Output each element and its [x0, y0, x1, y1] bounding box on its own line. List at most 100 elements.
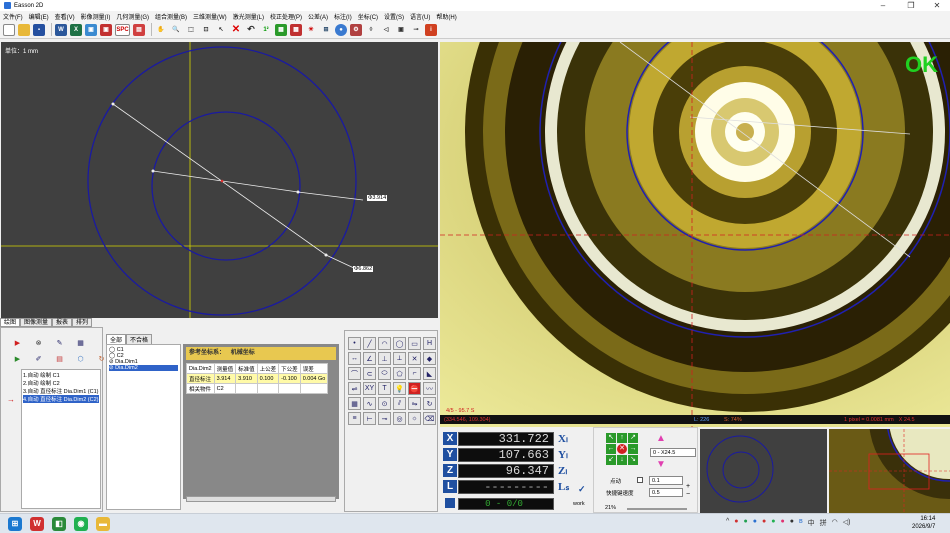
light-icon[interactable]: ◊ [365, 23, 377, 36]
menu-combo[interactable]: 组合测量(B) [155, 12, 187, 21]
circle-tool-icon[interactable]: ◯ [393, 337, 406, 350]
menu-geometry[interactable]: 几何测量(G) [116, 12, 149, 21]
modify-icon[interactable]: ✐ [32, 352, 45, 365]
light-slider[interactable] [627, 508, 687, 510]
fillet-tool-icon[interactable]: ⌐ [408, 367, 421, 380]
fit-tool-icon[interactable]: ⊙ [378, 397, 391, 410]
list-item[interactable]: 2.自动 绘制 C2 [23, 379, 99, 387]
record-icon[interactable]: ▶ [11, 352, 24, 365]
close-icon[interactable]: ✕ [924, 0, 950, 11]
jog-up-icon[interactable]: ↑ [617, 433, 627, 443]
menu-annotation[interactable]: 标注(I) [334, 12, 352, 21]
app-icon[interactable]: ◧ [52, 516, 66, 531]
camera-settings-icon[interactable]: ⚙ [350, 23, 362, 36]
ime-layout[interactable]: 拼 [820, 518, 827, 528]
menu-file[interactable]: 文件(F) [3, 12, 23, 21]
color-icon[interactable]: ⬡ [74, 352, 87, 365]
z-down-icon[interactable]: ▼ [656, 459, 666, 470]
z-up-icon[interactable]: ▲ [656, 433, 666, 444]
perp-tool-icon[interactable]: ⟂ [393, 352, 406, 365]
horizontal-scrollbar[interactable] [186, 496, 336, 502]
rect-tool-icon[interactable]: ▭ [408, 337, 421, 350]
tray-app-icon[interactable]: ● [780, 518, 784, 528]
jog-up-left-icon[interactable]: ↖ [606, 433, 616, 443]
tab-image-measure[interactable]: 图像测量 [20, 318, 53, 327]
jog-right-icon[interactable]: → [628, 444, 638, 454]
height-tool-icon[interactable]: H [423, 337, 436, 350]
menu-edit[interactable]: 编辑(E) [29, 12, 49, 21]
tray-app-icon[interactable]: ● [790, 518, 794, 528]
tab-drawing[interactable]: 绘图 [0, 318, 21, 327]
info-icon[interactable]: i [425, 23, 437, 36]
menu-3d[interactable]: 三维测量(W) [193, 12, 227, 21]
x-zero-button[interactable]: Xₗ [558, 432, 568, 445]
step-checkbox[interactable] [637, 477, 643, 483]
wps-icon[interactable]: W [30, 516, 44, 531]
grid-tool-icon[interactable]: ▦ [348, 397, 361, 410]
jog-down-icon[interactable]: ↓ [617, 455, 627, 465]
menu-coordinate[interactable]: 坐标(C) [358, 12, 378, 21]
menu-tolerance[interactable]: 公差(A) [308, 12, 328, 21]
bucket-icon[interactable]: ▤ [53, 352, 66, 365]
z-zero-button[interactable]: Zₗ [558, 464, 567, 477]
tray-app-icon[interactable]: ● [771, 518, 775, 528]
image-export-icon[interactable]: ▣ [85, 23, 97, 36]
bluetooth-icon[interactable]: ʙ [799, 518, 803, 528]
ellipse-tool-icon[interactable]: ⬭ [378, 367, 391, 380]
tab-arrange[interactable]: 排列 [72, 318, 93, 327]
menu-language[interactable]: 语言(U) [410, 12, 430, 21]
layout-icon[interactable]: ▦ [74, 336, 87, 349]
menu-help[interactable]: 帮助(H) [436, 12, 456, 21]
list-item[interactable]: 3.自动 直径标注 Dia.Dim1 (C1) [23, 387, 99, 395]
spline-tool-icon[interactable]: ∿ [363, 397, 376, 410]
focus-tool-icon[interactable]: ◎ [393, 412, 406, 425]
step-select[interactable]: 0.1 [649, 476, 683, 485]
mini-cad-preview[interactable] [700, 429, 827, 513]
table-row[interactable]: 直径标注 3.914 3.910 0.100 -0.100 0.004 Go [186, 373, 329, 384]
table-row[interactable]: 相关物件 C2 [186, 383, 329, 394]
edit-icon[interactable]: ✎ [53, 336, 66, 349]
menu-settings[interactable]: 设置(S) [384, 12, 404, 21]
mini-camera-preview[interactable] [829, 339, 950, 513]
select-icon[interactable]: ⬚ [185, 23, 197, 36]
slot-tool-icon[interactable]: ⊂ [363, 367, 376, 380]
jog-up-right-icon[interactable]: ↗ [628, 433, 638, 443]
angle-tool-icon[interactable]: ∠ [363, 352, 376, 365]
point-tool-icon[interactable]: • [348, 337, 361, 350]
mirror-tool-icon[interactable]: ⇋ [408, 397, 421, 410]
report-icon[interactable]: ▤ [133, 23, 145, 36]
tray-app-icon[interactable]: ● [762, 518, 766, 528]
run-icon[interactable]: ▶ [11, 336, 24, 349]
arc-tool-icon[interactable]: ◠ [378, 337, 391, 350]
align-icon[interactable]: ✳ [305, 23, 317, 36]
speed-minus-icon[interactable]: − [686, 491, 690, 498]
save-icon[interactable]: ▪ [33, 23, 45, 36]
bulb-tool-icon[interactable]: 💡 [393, 382, 406, 395]
x-icon[interactable]: ✕ [230, 23, 242, 36]
zoom-region-icon[interactable]: ⊡ [200, 23, 212, 36]
probe-icon[interactable]: ⊸ [410, 23, 422, 36]
align-tool-icon[interactable]: ≡ [348, 412, 361, 425]
windows-start-icon[interactable]: ⊞ [8, 516, 22, 531]
grid-icon[interactable]: ▦ [275, 23, 287, 36]
chevron-up-icon[interactable]: ^ [726, 518, 729, 528]
camera-view[interactable]: OK 4/5 - 95.7 S (334.546, 109.304) L: 22… [440, 42, 950, 427]
menu-calibration[interactable]: 校正处理(P) [270, 12, 302, 21]
file-explorer-icon[interactable]: ▬ [96, 516, 110, 531]
sort-icon[interactable]: 1² [260, 23, 272, 36]
list-item-selected[interactable]: ⊘ Dia.Dim2 [109, 365, 178, 371]
speaker-icon[interactable]: ◁) [843, 518, 851, 528]
cad-view[interactable]: 单位：1 mm Φ3.914 Φ6.862 [1, 42, 438, 318]
stop-icon[interactable]: ⊗ [32, 336, 45, 349]
tray-app-icon[interactable]: ● [753, 518, 757, 528]
chamfer-tool-icon[interactable]: ◣ [423, 367, 436, 380]
jog-down-right-icon[interactable]: ↘ [628, 455, 638, 465]
tray-app-icon[interactable]: ● [744, 518, 748, 528]
pt-line-tool-icon[interactable]: ⊥ [378, 352, 391, 365]
tab-report[interactable]: 报表 [52, 318, 73, 327]
probe-tool-icon[interactable]: ⊸ [378, 412, 391, 425]
jog-down-left-icon[interactable]: ↙ [606, 455, 616, 465]
menu-laser[interactable]: 激光测量(L) [233, 12, 264, 21]
dim-label-inner[interactable]: Φ3.914 [367, 195, 388, 201]
menu-view[interactable]: 查看(V) [55, 12, 75, 21]
